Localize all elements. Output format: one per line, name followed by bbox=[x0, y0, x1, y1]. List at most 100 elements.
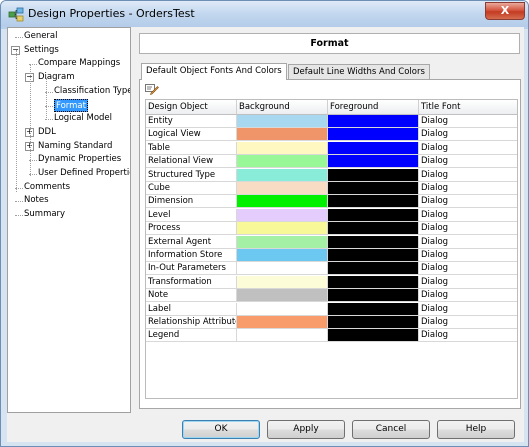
tree-item-classification-type[interactable]: Classification Type bbox=[54, 85, 130, 98]
background-color-swatch[interactable] bbox=[237, 115, 328, 128]
background-color-swatch[interactable] bbox=[237, 235, 328, 249]
foreground-color-swatch[interactable] bbox=[328, 289, 419, 303]
pencil-edit-icon[interactable] bbox=[145, 83, 159, 95]
category-tree[interactable]: General − Settings Compare Mappings − Diagram… bbox=[7, 27, 131, 413]
title-font-cell[interactable]: Dialog bbox=[419, 316, 517, 329]
tab-strip: Default Object Fonts And Colors Default … bbox=[139, 63, 520, 80]
table-row[interactable]: Entity Dialog bbox=[146, 115, 517, 128]
foreground-color-swatch[interactable] bbox=[328, 195, 419, 209]
tree-item-dynamic-properties[interactable]: Dynamic Properties bbox=[38, 153, 121, 166]
title-font-cell[interactable]: Dialog bbox=[419, 155, 517, 169]
table-row[interactable]: Process Dialog bbox=[146, 222, 517, 236]
close-button[interactable]: X bbox=[485, 2, 525, 20]
title-font-cell[interactable]: Dialog bbox=[419, 236, 517, 249]
title-font-cell[interactable]: Dialog bbox=[419, 262, 517, 276]
design-object-cell: Transformation bbox=[146, 275, 237, 289]
table-row[interactable]: Cube Dialog bbox=[146, 182, 517, 195]
foreground-color-swatch[interactable] bbox=[328, 208, 419, 222]
title-font-cell[interactable]: Dialog bbox=[419, 209, 517, 222]
background-color-swatch[interactable] bbox=[237, 141, 328, 155]
column-header-foreground[interactable]: Foreground bbox=[328, 100, 419, 115]
foreground-color-swatch[interactable] bbox=[328, 115, 419, 128]
tree-item-notes[interactable]: Notes bbox=[24, 194, 49, 207]
table-row[interactable]: Level Dialog bbox=[146, 208, 517, 222]
tab-default-object-fonts-colors[interactable]: Default Object Fonts And Colors bbox=[141, 63, 287, 80]
table-row[interactable]: Dimension Dialog bbox=[146, 195, 517, 209]
foreground-color-swatch[interactable] bbox=[328, 182, 419, 195]
tab-default-line-widths-colors[interactable]: Default Line Widths And Colors bbox=[288, 64, 430, 79]
tree-item-naming-standard[interactable]: Naming Standard bbox=[38, 140, 112, 153]
table-row[interactable]: In-Out Parameters Dialog bbox=[146, 262, 517, 276]
button-bar: OK Apply Cancel Help bbox=[7, 413, 524, 442]
background-color-swatch[interactable] bbox=[237, 302, 328, 316]
title-font-cell[interactable]: Dialog bbox=[419, 303, 517, 316]
table-row[interactable]: Note Dialog bbox=[146, 289, 517, 303]
foreground-color-swatch[interactable] bbox=[328, 275, 419, 289]
tree-item-ddl[interactable]: DDL bbox=[38, 126, 56, 139]
foreground-color-swatch[interactable] bbox=[328, 222, 419, 236]
tree-item-diagram[interactable]: Diagram bbox=[38, 71, 75, 84]
background-color-swatch[interactable] bbox=[237, 316, 328, 329]
background-color-swatch[interactable] bbox=[237, 289, 328, 303]
title-font-cell[interactable]: Dialog bbox=[419, 142, 517, 155]
foreground-color-swatch[interactable] bbox=[328, 235, 419, 249]
title-font-cell[interactable]: Dialog bbox=[419, 169, 517, 182]
tree-item-general[interactable]: General bbox=[24, 30, 58, 43]
table-row[interactable]: Logical View Dialog bbox=[146, 128, 517, 142]
foreground-color-swatch[interactable] bbox=[328, 128, 419, 142]
foreground-color-swatch[interactable] bbox=[328, 168, 419, 182]
title-font-cell[interactable]: Dialog bbox=[419, 276, 517, 289]
design-object-cell: Label bbox=[146, 302, 237, 316]
background-color-swatch[interactable] bbox=[237, 249, 328, 262]
tree-item-comments[interactable]: Comments bbox=[24, 181, 70, 194]
ok-button[interactable]: OK bbox=[182, 420, 260, 439]
table-row[interactable]: External Agent Dialog bbox=[146, 235, 517, 249]
title-font-cell[interactable]: Dialog bbox=[419, 329, 517, 343]
foreground-color-swatch[interactable] bbox=[328, 316, 419, 329]
title-font-cell[interactable]: Dialog bbox=[419, 115, 517, 128]
tree-item-summary[interactable]: Summary bbox=[24, 208, 65, 221]
title-font-cell[interactable]: Dialog bbox=[419, 195, 517, 209]
background-color-swatch[interactable] bbox=[237, 168, 328, 182]
title-font-cell[interactable]: Dialog bbox=[419, 249, 517, 262]
cancel-button[interactable]: Cancel bbox=[352, 420, 430, 439]
table-row[interactable]: Label Dialog bbox=[146, 302, 517, 316]
tree-item-user-defined-properties[interactable]: User Defined Properties bbox=[38, 167, 130, 180]
title-font-cell[interactable]: Dialog bbox=[419, 289, 517, 303]
tree-item-compare-mappings[interactable]: Compare Mappings bbox=[38, 57, 120, 70]
foreground-color-swatch[interactable] bbox=[328, 141, 419, 155]
foreground-color-swatch[interactable] bbox=[328, 262, 419, 276]
background-color-swatch[interactable] bbox=[237, 208, 328, 222]
foreground-color-swatch[interactable] bbox=[328, 329, 419, 343]
tree-item-logical-model[interactable]: Logical Model bbox=[54, 112, 112, 125]
title-bar[interactable]: Design Properties - OrdersTest X bbox=[1, 1, 528, 27]
foreground-color-swatch[interactable] bbox=[328, 249, 419, 262]
title-font-cell[interactable]: Dialog bbox=[419, 182, 517, 195]
title-font-cell[interactable]: Dialog bbox=[419, 128, 517, 142]
table-row[interactable]: Transformation Dialog bbox=[146, 275, 517, 289]
column-header-design-object[interactable]: Design Object bbox=[146, 100, 237, 115]
background-color-swatch[interactable] bbox=[237, 155, 328, 169]
table-row[interactable]: Information Store Dialog bbox=[146, 249, 517, 262]
table-row[interactable]: Relationship Attributes Dialog bbox=[146, 316, 517, 329]
background-color-swatch[interactable] bbox=[237, 262, 328, 276]
background-color-swatch[interactable] bbox=[237, 329, 328, 343]
background-color-swatch[interactable] bbox=[237, 182, 328, 195]
table-row[interactable]: Structured Type Dialog bbox=[146, 168, 517, 182]
background-color-swatch[interactable] bbox=[237, 195, 328, 209]
table-row[interactable]: Legend Dialog bbox=[146, 329, 517, 343]
tree-item-format[interactable]: Format bbox=[54, 98, 88, 112]
background-color-swatch[interactable] bbox=[237, 275, 328, 289]
table-row[interactable]: Relational View Dialog bbox=[146, 155, 517, 169]
background-color-swatch[interactable] bbox=[237, 222, 328, 236]
apply-button[interactable]: Apply bbox=[267, 420, 345, 439]
foreground-color-swatch[interactable] bbox=[328, 155, 419, 169]
column-header-background[interactable]: Background bbox=[237, 100, 328, 115]
table-row[interactable]: Table Dialog bbox=[146, 141, 517, 155]
tree-item-settings[interactable]: Settings bbox=[24, 44, 59, 57]
foreground-color-swatch[interactable] bbox=[328, 302, 419, 316]
column-header-title-font[interactable]: Title Font bbox=[419, 100, 517, 115]
title-font-cell[interactable]: Dialog bbox=[419, 222, 517, 236]
background-color-swatch[interactable] bbox=[237, 128, 328, 142]
help-button[interactable]: Help bbox=[437, 420, 515, 439]
